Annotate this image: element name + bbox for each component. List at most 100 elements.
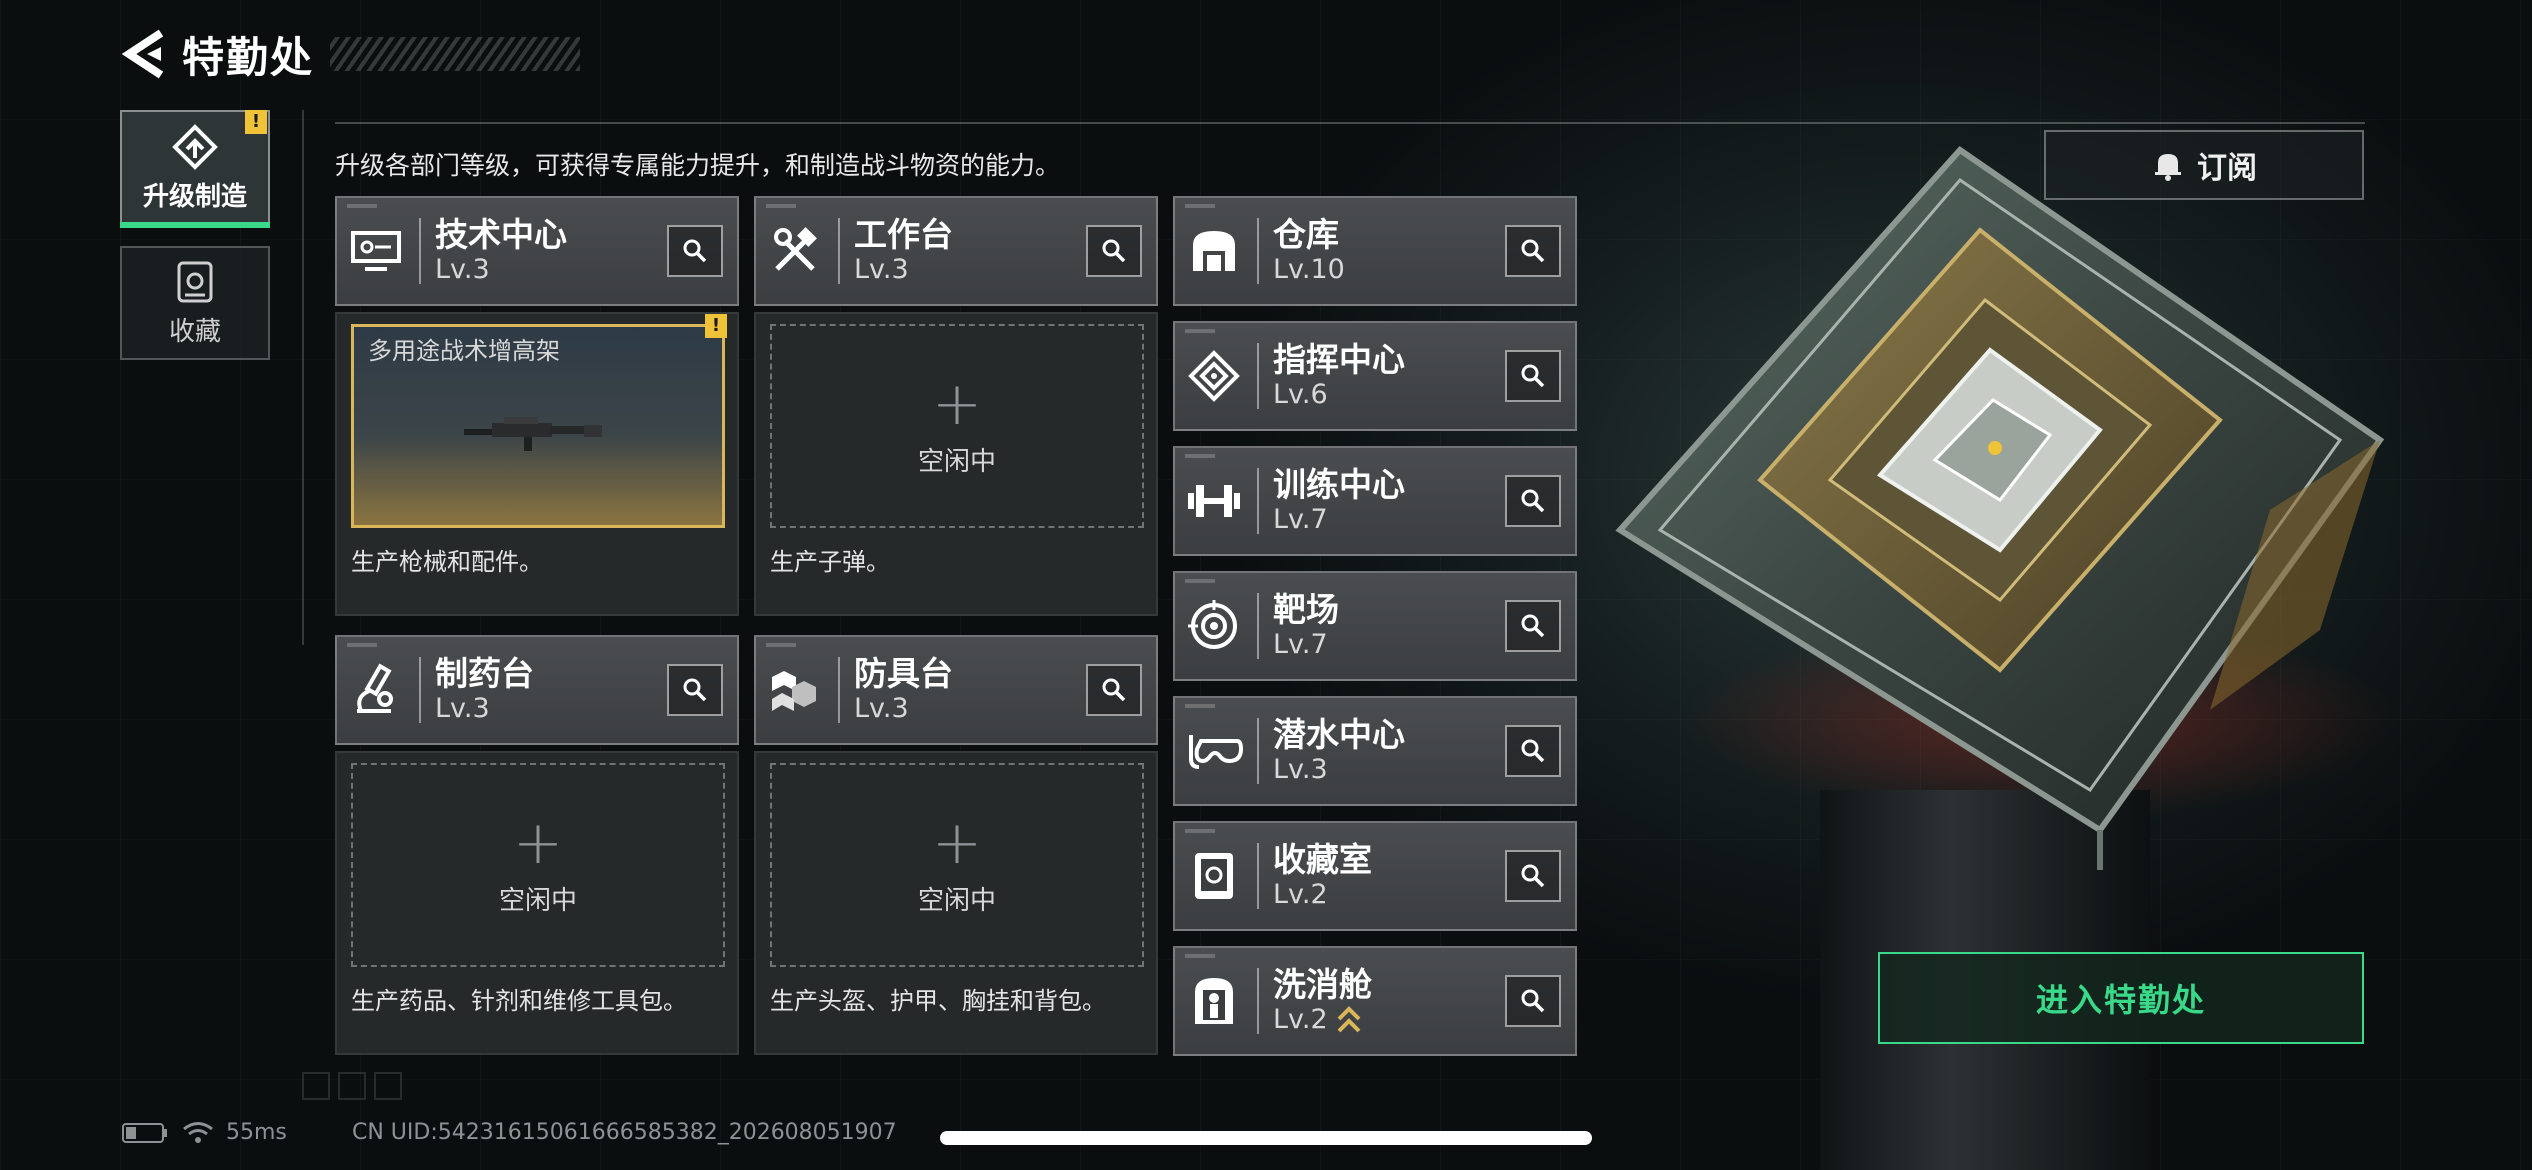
page-title: 特勤处	[182, 32, 315, 82]
search-button[interactable]	[1505, 725, 1561, 777]
search-button[interactable]	[1505, 475, 1561, 527]
production-slot-filled[interactable]: 多用途战术增高架	[351, 324, 725, 528]
search-icon	[1521, 739, 1545, 763]
slot-status: 空闲中	[917, 446, 996, 477]
card-corner-mark	[1185, 829, 1215, 833]
dept-name: 仓库	[1273, 215, 1339, 254]
search-button[interactable]	[667, 664, 723, 716]
dept-command-center[interactable]: 指挥中心 Lv.6	[1173, 321, 1577, 431]
enter-special-ops-button[interactable]: 进入特勤处	[1878, 952, 2364, 1044]
search-icon	[1102, 239, 1126, 263]
dept-level: Lv.2	[1273, 1004, 1328, 1035]
dept-workbench[interactable]: 工作台 Lv.3	[754, 196, 1158, 306]
add-icon: +	[512, 807, 564, 878]
dept-name: 防具台	[854, 654, 953, 693]
card-corner-mark	[766, 204, 796, 208]
card-corner-mark	[1185, 704, 1215, 708]
rifle-item-image	[464, 417, 602, 451]
divider	[1257, 468, 1259, 534]
dept-decon-chamber[interactable]: 洗消舱 Lv.2	[1173, 946, 1577, 1056]
search-button[interactable]	[1086, 225, 1142, 277]
shooting-range-icon	[1175, 586, 1253, 666]
divider	[1257, 593, 1259, 659]
dept-name: 洗消舱	[1273, 965, 1372, 1004]
user-uid: CN UID:5423161506166658538​2_20260805190…	[352, 1120, 897, 1145]
subscribe-button[interactable]: 订阅	[2044, 130, 2364, 200]
card-corner-mark	[1185, 954, 1215, 958]
production-description: 生产枪械和配件。	[351, 548, 543, 576]
divider	[1257, 718, 1259, 784]
divider	[838, 218, 840, 284]
back-button[interactable]	[118, 28, 170, 80]
diving-mask-icon	[1175, 711, 1253, 791]
ping-value: 55ms	[226, 1120, 287, 1145]
search-button[interactable]	[1505, 975, 1561, 1027]
dept-shooting-range[interactable]: 靶场 Lv.7	[1173, 571, 1577, 681]
divider	[1257, 343, 1259, 409]
dept-level: Lv.7	[1273, 629, 1328, 660]
home-indicator[interactable]	[940, 1131, 1592, 1145]
active-tab-indicator	[120, 222, 270, 228]
search-icon	[683, 239, 707, 263]
deco-square	[338, 1072, 366, 1100]
decorative-squares	[302, 1072, 402, 1100]
bell-icon	[2155, 154, 2181, 181]
armor-bench-icon	[756, 650, 834, 730]
dept-tech-center[interactable]: 技术中心 Lv.3	[335, 196, 739, 306]
special-ops-cube-illustration	[1615, 146, 2385, 870]
search-icon	[1102, 678, 1126, 702]
dept-warehouse[interactable]: 仓库 Lv.10	[1173, 196, 1577, 306]
search-icon	[683, 678, 707, 702]
divider	[1257, 843, 1259, 909]
page-description: 升级各部门等级，可获得专属能力提升，和制造战斗物资的能力。	[335, 151, 1061, 180]
slot-status: 空闲中	[498, 885, 577, 916]
back-arrow-icon	[121, 29, 164, 79]
dept-level: Lv.10	[1273, 254, 1345, 285]
dept-level: Lv.7	[1273, 504, 1328, 535]
dept-armor-bench[interactable]: 防具台 Lv.3	[754, 635, 1158, 745]
nav-tab-label: 升级制造	[142, 181, 247, 212]
production-panel-pharmacy: + 空闲中 生产药品、针剂和维修工具包。	[335, 751, 739, 1055]
card-corner-mark	[766, 643, 796, 647]
dept-name: 制药台	[435, 654, 534, 693]
divider	[419, 218, 421, 284]
nav-tab-collection[interactable]: 收藏	[120, 246, 270, 360]
dept-collection-room[interactable]: 收藏室 Lv.2	[1173, 821, 1577, 931]
add-icon: +	[931, 807, 983, 878]
workbench-icon	[756, 211, 834, 291]
search-button[interactable]	[1505, 850, 1561, 902]
card-corner-mark	[1185, 204, 1215, 208]
search-button[interactable]	[1505, 225, 1561, 277]
divider	[1257, 968, 1259, 1034]
dept-pharmacy[interactable]: 制药台 Lv.3	[335, 635, 739, 745]
dept-name: 工作台	[854, 215, 953, 254]
item-name: 多用途战术增高架	[368, 337, 560, 365]
collection-icon	[177, 261, 213, 302]
slot-status: 空闲中	[917, 885, 996, 916]
dept-level: Lv.3	[435, 693, 490, 724]
search-button[interactable]	[1505, 350, 1561, 402]
search-button[interactable]	[667, 225, 723, 277]
left-frame-line	[302, 110, 304, 645]
dept-diving-center[interactable]: 潜水中心 Lv.3	[1173, 696, 1577, 806]
production-description: 生产药品、针剂和维修工具包。	[351, 987, 687, 1015]
card-corner-mark	[1185, 454, 1215, 458]
status-bar: 55ms	[122, 1120, 287, 1145]
nav-tab-label: 收藏	[168, 316, 221, 347]
dept-name: 收藏室	[1273, 840, 1372, 879]
search-icon	[1521, 239, 1545, 263]
page-header: 特勤处	[118, 24, 581, 84]
top-frame-line	[335, 122, 2365, 124]
enter-button-label: 进入特勤处	[2035, 981, 2206, 1019]
search-icon	[1521, 614, 1545, 638]
production-slot-empty[interactable]: + 空闲中	[351, 763, 725, 967]
search-button[interactable]	[1086, 664, 1142, 716]
dept-training-center[interactable]: 训练中心 Lv.7	[1173, 446, 1577, 556]
search-button[interactable]	[1505, 600, 1561, 652]
divider	[838, 657, 840, 723]
dept-name: 潜水中心	[1273, 715, 1405, 754]
collection-room-icon	[1175, 836, 1253, 916]
production-slot-empty[interactable]: + 空闲中	[770, 324, 1144, 528]
dept-name: 技术中心	[435, 215, 567, 254]
production-slot-empty[interactable]: + 空闲中	[770, 763, 1144, 967]
